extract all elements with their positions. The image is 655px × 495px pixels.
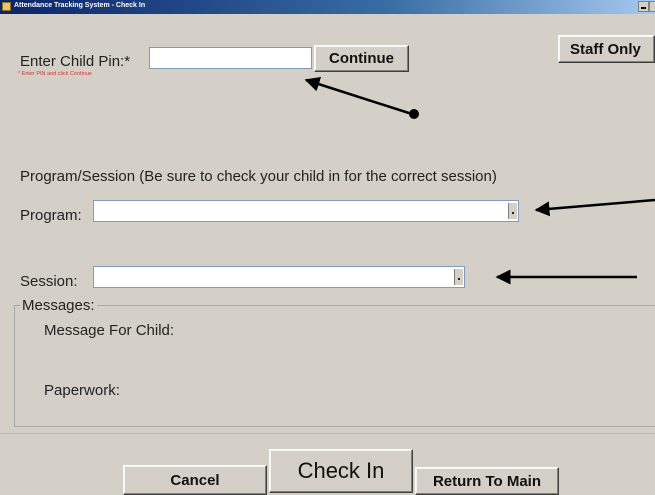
arrow-to-program-select (534, 198, 655, 217)
arrow-to-pin-input (304, 76, 419, 119)
annotation-arrows (304, 76, 655, 285)
